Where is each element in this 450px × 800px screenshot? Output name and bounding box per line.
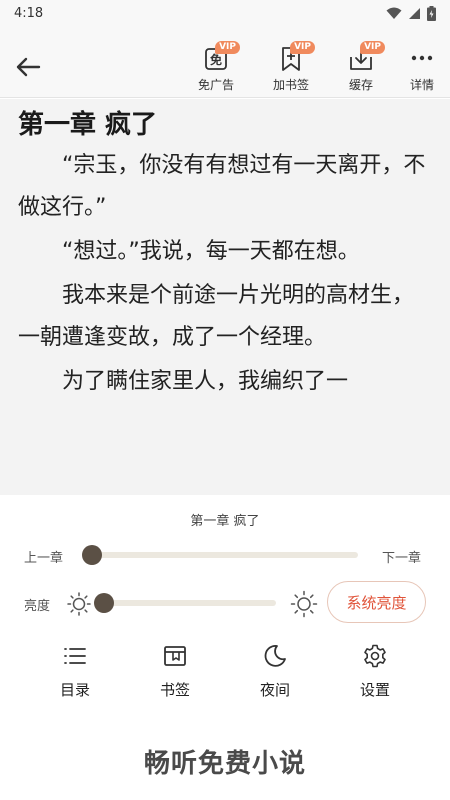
app-brand: 畅听免费小说: [143, 749, 306, 779]
reader-control-panel: 第一章 疯了 上一章 下一章 亮度 系统亮度 目录 书签 夜间 设置 畅听免费小…: [0, 495, 450, 800]
paragraph: 我本来是个前途一片光明的高材生，一朝遭逢变故，成了一个经理。: [18, 283, 415, 350]
brightness-high-icon[interactable]: [290, 590, 318, 618]
toc-button[interactable]: 目录: [40, 643, 110, 700]
paragraph: “想过。”我说，每一天都在想。: [62, 239, 360, 264]
reader-toolbar: 免 VIP 免广告 VIP 加书签 VIP 缓存 详情: [0, 26, 450, 98]
cellular-icon: [409, 7, 420, 19]
toc-label: 目录: [59, 681, 90, 699]
chapter-title: 第一章 疯了: [18, 110, 158, 140]
settings-button[interactable]: 设置: [340, 643, 410, 700]
vip-badge: VIP: [360, 41, 385, 54]
back-arrow-icon: [16, 57, 41, 77]
paragraph: 为了瞒住家里人，我编织了一: [62, 369, 349, 394]
chapter-progress-slider[interactable]: [82, 545, 358, 565]
cache-label: 缓存: [348, 78, 373, 92]
ad-free-icon-char: 免: [210, 52, 222, 67]
cache-button[interactable]: VIP 缓存: [331, 41, 391, 93]
current-chapter-name: 第一章 疯了: [190, 514, 260, 529]
add-bookmark-button[interactable]: VIP 加书签: [261, 41, 321, 93]
more-icon: [411, 55, 433, 61]
chapter-progress-thumb[interactable]: [82, 545, 102, 565]
bookmark-list-icon: [164, 646, 186, 666]
ad-free-label: 免广告: [197, 78, 234, 92]
brightness-label: 亮度: [24, 599, 51, 614]
reading-area[interactable]: 第一章 疯了 “宗玉，你没有有想过有一天离开，不做这行。” “想过。”我说，每一…: [0, 99, 450, 495]
details-button[interactable]: 详情: [392, 44, 450, 93]
wifi-icon: [386, 7, 402, 19]
brightness-thumb[interactable]: [94, 593, 114, 613]
brightness-slider[interactable]: [94, 593, 276, 613]
moon-icon: [264, 645, 286, 667]
night-mode-button[interactable]: 夜间: [240, 643, 310, 700]
details-label: 详情: [409, 78, 434, 92]
prev-chapter-button[interactable]: 上一章: [24, 547, 63, 566]
vip-badge: VIP: [290, 41, 315, 54]
brightness-low-icon[interactable]: [66, 591, 92, 617]
paragraph: “宗玉，你没有有想过有一天离开，不做这行。”: [18, 153, 426, 220]
battery-icon: [427, 5, 436, 21]
ad-free-button[interactable]: 免 VIP 免广告: [186, 41, 246, 93]
system-brightness-button[interactable]: 系统亮度: [327, 581, 426, 623]
night-mode-label: 夜间: [259, 681, 290, 699]
add-bookmark-label: 加书签: [272, 78, 309, 92]
list-icon: [64, 648, 86, 664]
gear-icon: [364, 644, 386, 668]
back-button[interactable]: [14, 56, 42, 78]
status-time: 4:18: [14, 5, 44, 21]
status-bar: 4:18: [0, 0, 450, 26]
vip-badge: VIP: [215, 41, 240, 54]
bookmarks-button[interactable]: 书签: [140, 643, 210, 700]
status-icons: [386, 5, 436, 21]
settings-label: 设置: [359, 681, 390, 699]
bookmarks-label: 书签: [159, 681, 190, 699]
next-chapter-button[interactable]: 下一章: [382, 547, 421, 566]
